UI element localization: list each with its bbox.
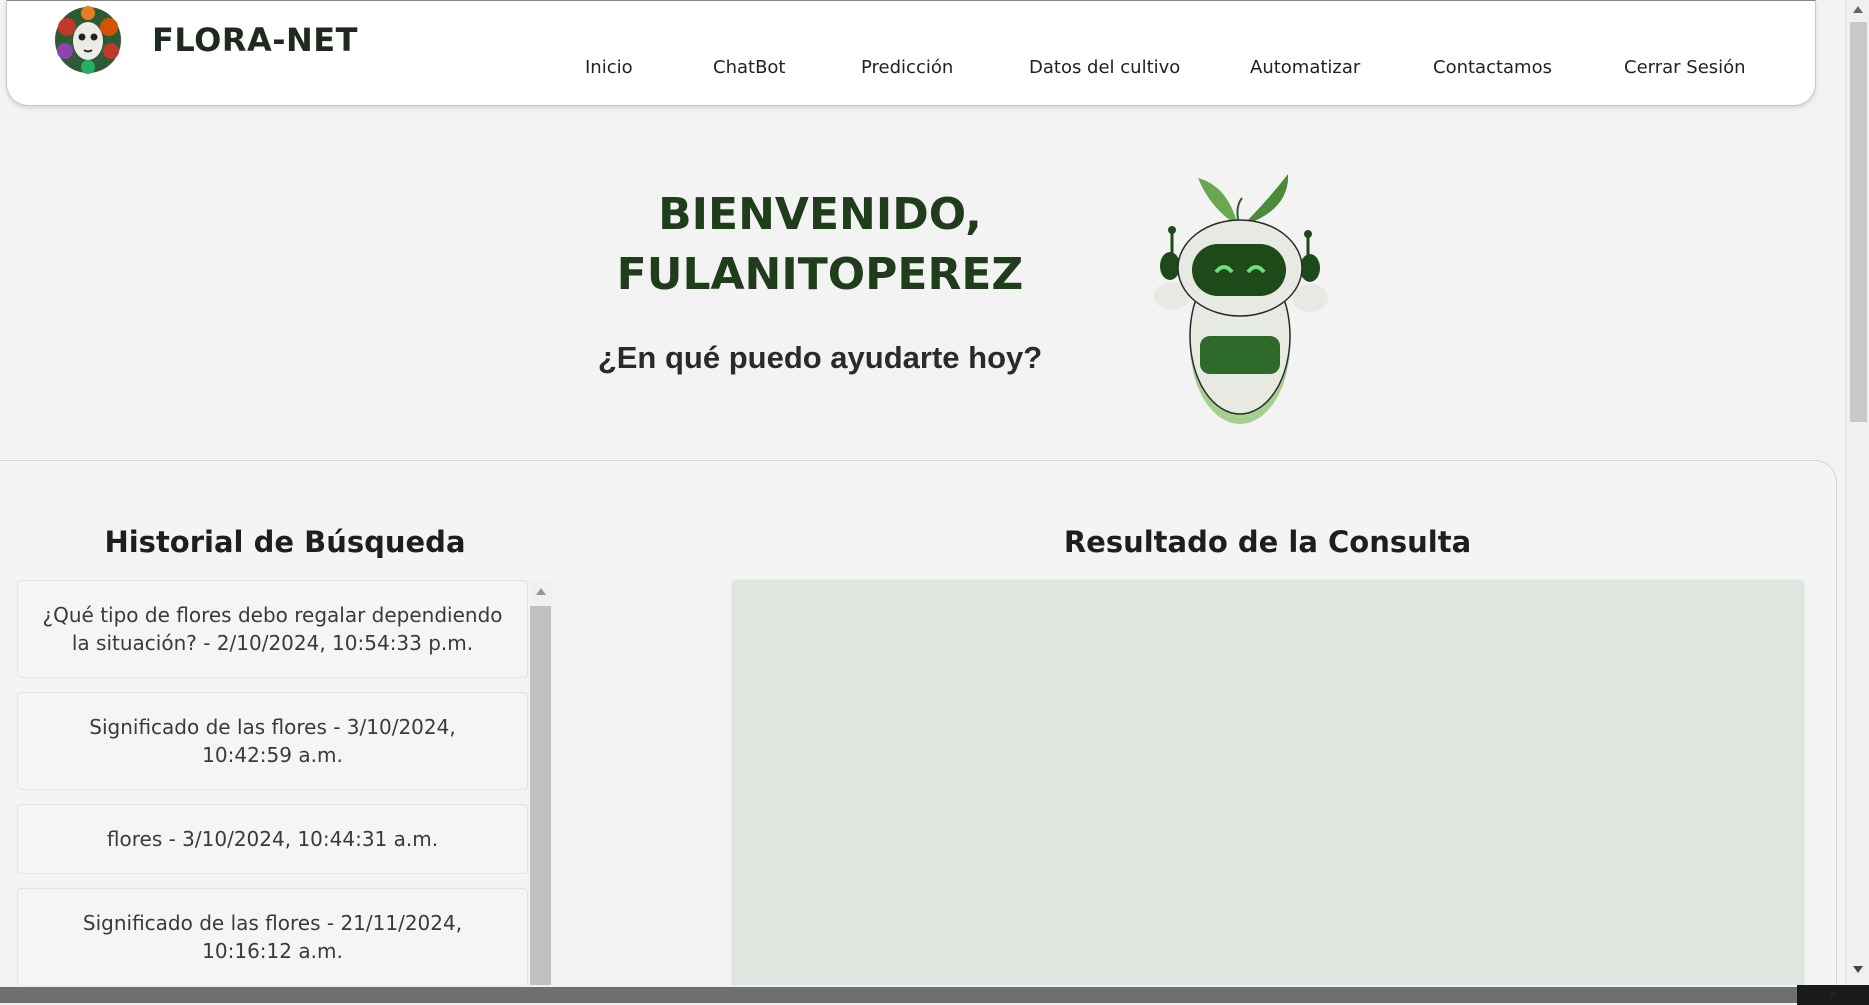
nav-cerrar-sesion[interactable]: Cerrar Sesión	[1624, 57, 1746, 78]
robot-plant-mascot-icon	[1154, 174, 1328, 424]
page-horizontal-scrollbar[interactable]	[0, 985, 1869, 1005]
welcome-subtitle: ¿En qué puedo ayudarte hoy?	[597, 340, 1043, 375]
scroll-up-arrow-icon[interactable]	[1853, 6, 1863, 13]
history-scrollbar[interactable]	[530, 582, 552, 985]
nav-contactamos[interactable]: Contactamos	[1433, 57, 1552, 78]
horizontal-scroll-thumb[interactable]	[0, 987, 1797, 1003]
history-item[interactable]: flores - 3/10/2024, 10:44:31 a.m.	[17, 804, 528, 874]
scroll-right-arrow-icon[interactable]	[1830, 990, 1837, 1000]
page-vertical-scrollbar[interactable]	[1845, 0, 1869, 985]
top-navbar: FLORA-NET Inicio ChatBot Predicción Dato…	[6, 0, 1816, 106]
result-output-box	[732, 580, 1804, 990]
nav-inicio[interactable]: Inicio	[585, 57, 633, 78]
main-nav: Inicio ChatBot Predicción Datos del cult…	[7, 57, 1815, 87]
nav-datos-cultivo[interactable]: Datos del cultivo	[1029, 57, 1180, 78]
nav-prediccion[interactable]: Predicción	[861, 57, 953, 78]
scroll-up-arrow-icon[interactable]	[536, 588, 546, 595]
nav-automatizar[interactable]: Automatizar	[1250, 57, 1360, 78]
welcome-line-1: BIENVENIDO,	[658, 189, 982, 240]
history-item[interactable]: Significado de las flores - 3/10/2024, 1…	[17, 692, 528, 790]
result-title: Resultado de la Consulta	[1063, 525, 1472, 559]
search-history-list[interactable]: ¿Qué tipo de flores debo regalar dependi…	[17, 580, 528, 985]
scroll-down-arrow-icon[interactable]	[1853, 966, 1863, 973]
page-scroll-thumb[interactable]	[1850, 22, 1867, 422]
brand-name: FLORA-NET	[152, 21, 358, 59]
history-item[interactable]: ¿Qué tipo de flores debo regalar dependi…	[17, 580, 528, 678]
history-item[interactable]: Significado de las flores - 21/11/2024, …	[17, 888, 528, 985]
nav-chatbot[interactable]: ChatBot	[713, 57, 785, 78]
welcome-username: FULANITOPEREZ	[616, 249, 1024, 300]
welcome-title: BIENVENIDO, FULANITOPEREZ	[560, 185, 1080, 305]
history-title: Historial de Búsqueda	[104, 525, 466, 559]
history-scroll-thumb[interactable]	[530, 606, 551, 985]
